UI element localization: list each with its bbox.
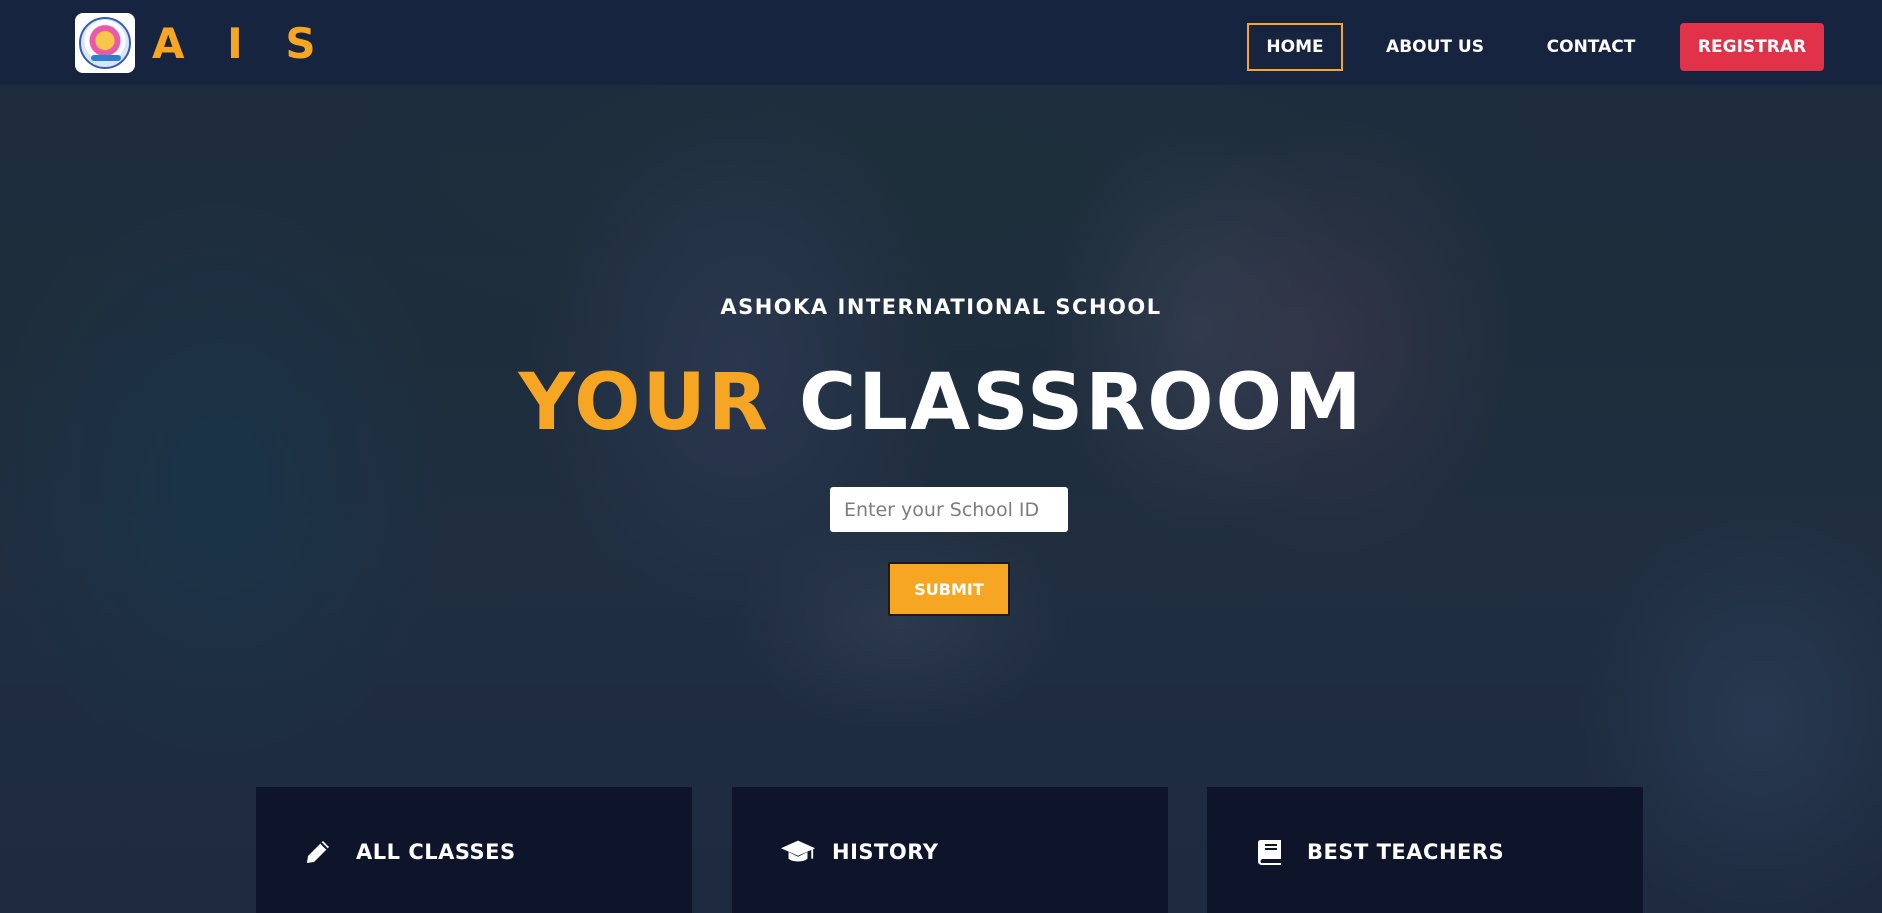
brand-name[interactable]: A I S <box>152 20 330 68</box>
nav-registrar-button[interactable]: REGISTRAR <box>1680 23 1824 71</box>
feature-label: HISTORY <box>832 840 939 864</box>
feature-label: BEST TEACHERS <box>1307 840 1505 864</box>
feature-card-history[interactable]: HISTORY <box>732 787 1168 913</box>
nav-about-link[interactable]: ABOUT US <box>1378 23 1492 71</box>
school-seal-logo-icon <box>79 17 131 69</box>
headline-rest: CLASSROOM <box>799 358 1364 448</box>
hero-headline: YOUR CLASSROOM <box>0 358 1882 448</box>
graduation-cap-icon <box>780 837 816 867</box>
nav-home-link[interactable]: HOME <box>1247 23 1343 71</box>
feature-card-all-classes[interactable]: ALL CLASSES <box>256 787 692 913</box>
school-logo[interactable] <box>75 13 135 73</box>
book-icon <box>1255 837 1291 867</box>
submit-button[interactable]: SUBMIT <box>888 562 1010 616</box>
feature-label: ALL CLASSES <box>356 840 516 864</box>
hero-section: ASHOKA INTERNATIONAL SCHOOL YOUR CLASSRO… <box>0 0 1882 913</box>
nav-contact-link[interactable]: CONTACT <box>1535 23 1647 71</box>
headline-highlight: YOUR <box>518 358 770 448</box>
school-name: ASHOKA INTERNATIONAL SCHOOL <box>720 295 1162 319</box>
feature-card-best-teachers[interactable]: BEST TEACHERS <box>1207 787 1643 913</box>
navbar: A I S HOME ABOUT US CONTACT REGISTRAR <box>0 0 1882 85</box>
school-id-input[interactable] <box>830 487 1068 532</box>
pencil-icon <box>304 837 340 867</box>
